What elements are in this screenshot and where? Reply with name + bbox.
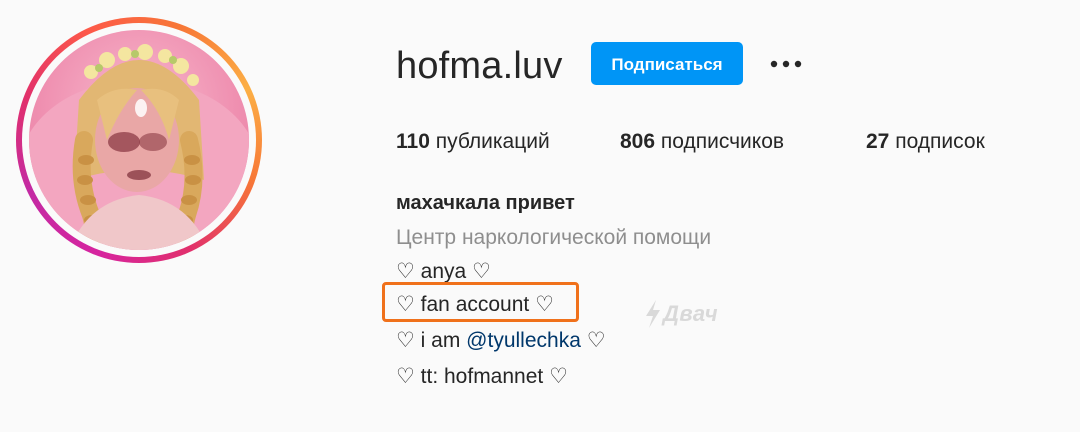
follow-button[interactable]: Подписаться — [591, 42, 743, 85]
watermark: Двач — [643, 299, 718, 329]
bio-category: Центр наркологической помощи — [396, 226, 712, 249]
lightning-icon — [646, 300, 660, 328]
posts-label: публикаций — [435, 130, 550, 153]
bio-mention-link[interactable]: @tyullechka — [466, 329, 581, 352]
stat-posts: 110 публикаций — [396, 128, 550, 156]
following-count: 27 — [866, 130, 890, 153]
bio-line-3: ♡ i am @tyullechka ♡ — [396, 327, 606, 355]
bio-line-3-suffix: ♡ — [580, 329, 606, 352]
highlight-annotation-box — [382, 282, 579, 322]
bio-line-4: ♡ tt: hofmannet ♡ — [396, 365, 568, 388]
watermark-text: Двач — [663, 301, 719, 326]
bio-full-name: махачкала привет — [396, 192, 575, 214]
stat-followers[interactable]: 806 подписчиков — [620, 128, 784, 156]
avatar-story-ring[interactable] — [16, 17, 262, 263]
followers-count: 806 — [620, 130, 656, 153]
avatar[interactable] — [29, 30, 249, 250]
following-label: подписок — [895, 130, 985, 153]
followers-label: подписчиков — [660, 130, 785, 153]
posts-count: 110 — [396, 130, 430, 153]
more-dots-icon — [770, 60, 802, 68]
stat-following[interactable]: 27 подписок — [866, 128, 985, 156]
avatar-image — [29, 44, 249, 250]
more-options-button[interactable] — [766, 52, 806, 76]
profile-username: hofma.luv — [396, 45, 563, 87]
bio-line-3-prefix: ♡ i am — [396, 329, 467, 352]
